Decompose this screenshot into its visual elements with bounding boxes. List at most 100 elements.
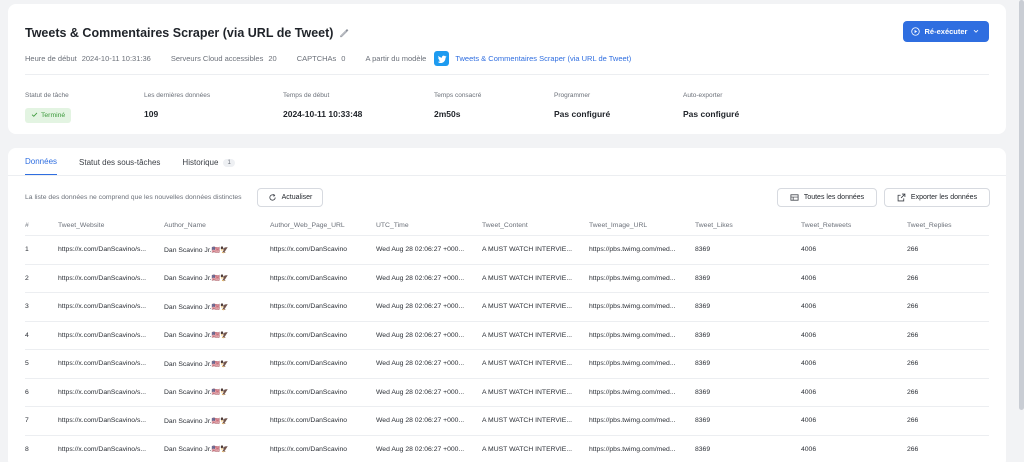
meta-label: Heure de début <box>25 54 77 63</box>
refresh-label: Actualiser <box>281 194 313 201</box>
tab-history[interactable]: Historique 1 <box>182 157 235 176</box>
table-row[interactable]: 6 https://x.com/DanScavino/s... Dan Scavin… <box>25 379 989 407</box>
export-icon <box>897 193 906 202</box>
table-row[interactable]: 8 https://x.com/DanScavino/s... Dan Scavin… <box>25 436 989 462</box>
table-cell: 8369 <box>695 246 711 254</box>
stat-value: 2m50s <box>434 109 461 119</box>
tab-data[interactable]: Données <box>25 157 58 176</box>
table-cell: 4006 <box>801 331 817 339</box>
stat-schedule: Programmer Pas configuré <box>554 92 610 119</box>
table-cell: https://pbs.twimg.com/med... <box>589 445 676 453</box>
export-button[interactable]: Exporter les données <box>884 188 990 207</box>
title-row: Tweets & Commentaires Scraper (via URL d… <box>25 26 349 40</box>
table-cell: Wed Aug 28 02:06:27 +000... <box>376 331 465 339</box>
table-cell: A MUST WATCH INTERVIE... <box>482 417 573 425</box>
table-row[interactable]: 7 https://x.com/DanScavino/s... Dan Scavin… <box>25 407 989 436</box>
stat-start-time: Temps de début 2024-10-11 10:33:48 <box>283 92 362 119</box>
all-data-label: Toutes les données <box>803 194 865 201</box>
table-cell: Dan Scavino Jr.🇺🇸🦅 <box>164 360 229 368</box>
meta-label: A partir du modèle <box>365 54 427 63</box>
table-cell: 4006 <box>801 417 817 425</box>
table-cell: 3 <box>25 303 29 311</box>
table-row[interactable]: 5 https://x.com/DanScavino/s... Dan Scavin… <box>25 350 989 379</box>
table-row[interactable]: 4 https://x.com/DanScavino/s... Dan Scavin… <box>25 322 989 350</box>
table-cell: https://x.com/DanScavino <box>270 274 348 282</box>
table-cell: Dan Scavino Jr.🇺🇸🦅 <box>164 417 229 425</box>
table-cell: https://pbs.twimg.com/med... <box>589 246 676 254</box>
table-cell: A MUST WATCH INTERVIE... <box>482 360 573 368</box>
rerun-label: Ré-exécuter <box>924 27 968 36</box>
export-label: Exporter les données <box>910 194 978 201</box>
table-cell: 266 <box>907 360 919 368</box>
rerun-button[interactable]: Ré-exécuter <box>903 21 989 42</box>
table-cell: Dan Scavino Jr.🇺🇸🦅 <box>164 275 229 283</box>
status-text: Terminé <box>41 112 66 119</box>
table-cell: Dan Scavino Jr.🇺🇸🦅 <box>164 303 229 311</box>
refresh-button[interactable]: Actualiser <box>257 188 323 207</box>
stat-value: Pas configuré <box>554 109 611 119</box>
table-header: # Tweet_Website Author_Name Author_Web_P… <box>25 216 989 236</box>
table-cell: Wed Aug 28 02:06:27 +000... <box>376 417 465 425</box>
column-header[interactable]: Tweet_Image_URL <box>589 222 695 229</box>
stat-label: Les dernières données <box>144 92 211 99</box>
scrollbar-thumb[interactable] <box>1019 0 1024 410</box>
table-cell: 266 <box>907 417 919 425</box>
table-cell: 4006 <box>801 274 817 282</box>
column-header[interactable]: Tweet_Retweets <box>801 222 907 229</box>
table-cell: 4006 <box>801 303 817 311</box>
table-cell: A MUST WATCH INTERVIE... <box>482 303 573 311</box>
table-cell: Wed Aug 28 02:06:27 +000... <box>376 388 465 396</box>
scrollbar-track[interactable] <box>1018 0 1024 462</box>
all-data-button[interactable]: Toutes les données <box>777 188 877 207</box>
meta-start-time: Heure de début 2024-10-11 10:31:36 <box>25 54 151 63</box>
table-cell: https://pbs.twimg.com/med... <box>589 274 676 282</box>
table-cell: https://x.com/DanScavino <box>270 417 348 425</box>
status-badge: Terminé <box>25 108 72 123</box>
table-cell: Wed Aug 28 02:06:27 +000... <box>376 360 465 368</box>
column-header[interactable]: Author_Name <box>164 222 270 229</box>
tab-count-badge: 1 <box>223 158 235 167</box>
table-row[interactable]: 1 https://x.com/DanScavino/s... Dan Scavin… <box>25 236 989 265</box>
tab-label: Statut des sous-tâches <box>79 158 161 167</box>
stat-value: 2024-10-11 10:33:48 <box>283 109 363 119</box>
table-row[interactable]: 3 https://x.com/DanScavino/s... Dan Scavin… <box>25 293 989 322</box>
column-header[interactable]: Tweet_Replies <box>907 222 989 229</box>
meta-value: 0 <box>341 54 346 63</box>
play-circle-icon <box>910 27 920 36</box>
column-header[interactable]: UTC_Time <box>376 222 482 229</box>
stat-value: 109 <box>144 109 159 119</box>
task-title: Tweets & Commentaires Scraper (via URL d… <box>25 26 334 40</box>
table-cell: 266 <box>907 303 919 311</box>
table-cell: 5 <box>25 360 29 368</box>
table-cell: 8369 <box>695 360 711 368</box>
meta-value: 20 <box>268 54 277 63</box>
column-header[interactable]: Author_Web_Page_URL <box>270 222 376 229</box>
table-cell: https://x.com/DanScavino <box>270 445 348 453</box>
stat-label: Auto-exporter <box>683 92 723 99</box>
table-cell: https://x.com/DanScavino <box>270 246 348 254</box>
table-cell: 266 <box>907 331 919 339</box>
table-cell: 8369 <box>695 445 711 453</box>
table-cell: https://pbs.twimg.com/med... <box>589 388 676 396</box>
table-cell: https://x.com/DanScavino/s... <box>58 246 147 254</box>
column-header[interactable]: # <box>25 222 58 229</box>
meta-captchas: CAPTCHAs 0 <box>297 54 346 63</box>
chevron-down-icon <box>972 27 981 36</box>
column-header[interactable]: Tweet_Content <box>482 222 589 229</box>
table-row[interactable]: 2 https://x.com/DanScavino/s... Dan Scavin… <box>25 265 989 293</box>
check-icon <box>31 111 38 120</box>
template-link[interactable]: Tweets & Commentaires Scraper (via URL d… <box>455 54 631 63</box>
table-cell: 8369 <box>695 331 711 339</box>
table-cell: https://x.com/DanScavino/s... <box>58 388 147 396</box>
table-cell: A MUST WATCH INTERVIE... <box>482 445 573 453</box>
table-cell: https://x.com/DanScavino/s... <box>58 303 147 311</box>
table-icon <box>790 193 799 202</box>
column-header[interactable]: Tweet_Website <box>58 222 164 229</box>
table-cell: 8369 <box>695 417 711 425</box>
table-cell: A MUST WATCH INTERVIE... <box>482 246 573 254</box>
tab-subtask-status[interactable]: Statut des sous-tâches <box>79 157 160 176</box>
pencil-icon[interactable] <box>339 28 349 38</box>
column-header[interactable]: Tweet_Likes <box>695 222 801 229</box>
table-cell: https://x.com/DanScavino/s... <box>58 331 147 339</box>
table-cell: 2 <box>25 274 29 282</box>
